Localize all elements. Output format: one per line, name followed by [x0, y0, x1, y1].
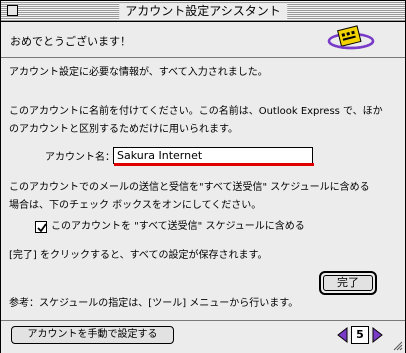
page-title: おめでとうございます！: [10, 35, 131, 48]
resize-grip-icon[interactable]: [393, 341, 403, 351]
intro-text: アカウント設定に必要な情報が、すべて入力されました。: [9, 67, 268, 78]
account-name-input[interactable]: Sakura Internet: [113, 147, 313, 164]
schedule-text-line2: 場合は、下のチェック ボックスをオンにしてください。: [9, 200, 262, 211]
next-page-icon[interactable]: [371, 326, 385, 344]
include-schedule-checkbox[interactable]: [35, 221, 47, 233]
title-bar[interactable]: アカウント設定アシスタント: [1, 1, 405, 22]
header-panel: おめでとうございます！: [1, 22, 405, 58]
assistant-window: アカウント設定アシスタント おめでとうございます！ アカウント設定に必要な情報が…: [0, 0, 406, 353]
account-name-label: アカウント名：: [45, 152, 115, 163]
reference-note: 参考：スケジュールの指定は、[ツール] メニューから行います。: [9, 298, 299, 309]
checkmark-icon: [37, 223, 47, 233]
outlook-mail-icon: [327, 25, 375, 50]
schedule-text-line1: このアカウントでのメールの送信と受信を"すべて送受信" スケジュールに含める: [9, 182, 370, 193]
manual-setup-button[interactable]: アカウントを手動で設定する: [11, 326, 174, 344]
include-schedule-label[interactable]: このアカウントを "すべて送受信" スケジュールに含める: [51, 219, 305, 235]
footer-bar: アカウントを手動で設定する 5: [1, 320, 405, 353]
page-number: 5: [351, 326, 369, 344]
window-title: アカウント設定アシスタント: [119, 3, 287, 19]
input-highlight-underline: [114, 163, 314, 166]
naming-text-line1: このアカウントに名前を付けてください。この名前は、Outlook Express…: [9, 106, 383, 117]
done-button-frame[interactable]: 完了: [319, 271, 377, 295]
content-area: アカウント設定に必要な情報が、すべて入力されました。 このアカウントに名前を付け…: [1, 58, 405, 320]
close-box[interactable]: [7, 5, 18, 16]
save-note: [完了] をクリックすると、すべての設定が保存されます。: [9, 250, 268, 261]
naming-text-line2: のアカウントと区別するためだけに用いられます。: [9, 124, 238, 135]
previous-page-icon[interactable]: [335, 326, 349, 344]
done-button[interactable]: 完了: [323, 275, 373, 291]
